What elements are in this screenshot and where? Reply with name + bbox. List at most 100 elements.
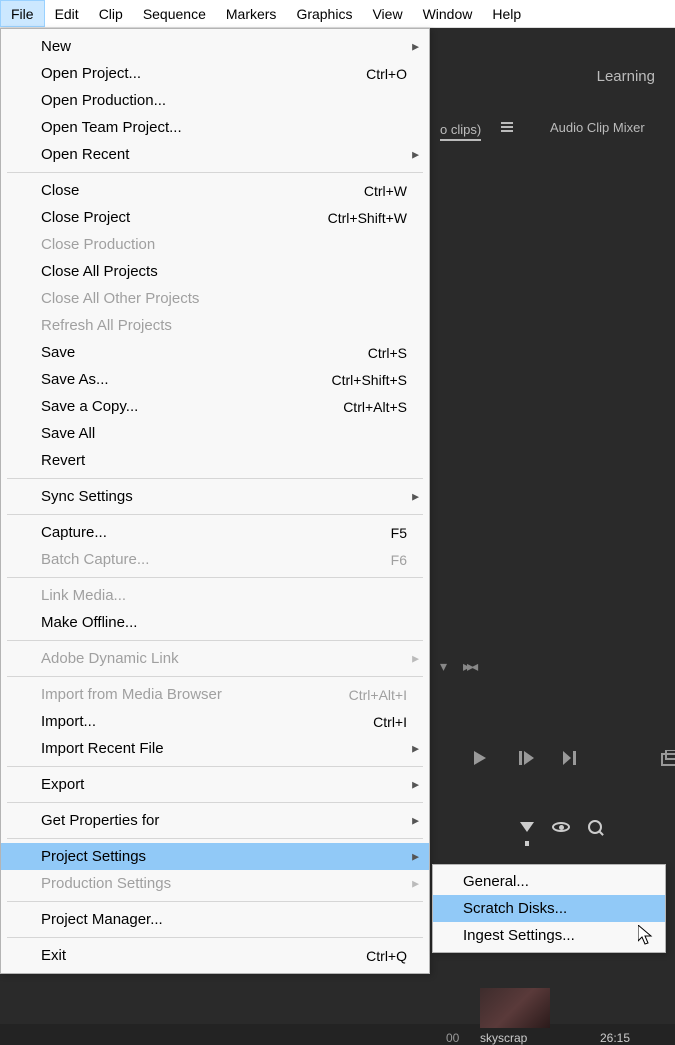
menu-item-save-as[interactable]: Save As...Ctrl+Shift+S: [1, 366, 429, 393]
menu-item-label: Revert: [41, 452, 85, 469]
menu-item-label: Import from Media Browser: [41, 686, 222, 703]
menubar-item-sequence[interactable]: Sequence: [133, 0, 216, 27]
add-marker-icon[interactable]: ▸▸◂: [463, 658, 475, 675]
menu-item-open-project[interactable]: Open Project...Ctrl+O: [1, 60, 429, 87]
menu-item-project-settings[interactable]: Project Settings▶: [1, 843, 429, 870]
menu-item-production-settings: Production Settings ▶: [1, 870, 429, 897]
menu-shortcut: Ctrl+Alt+S: [343, 399, 407, 415]
submenu-item-general[interactable]: General...: [433, 868, 665, 895]
submenu-arrow-icon: ▶: [412, 491, 419, 502]
menu-shortcut: Ctrl+Shift+S: [332, 372, 407, 388]
menu-shortcut: Ctrl+W: [364, 183, 407, 199]
menu-item-import[interactable]: Import... Ctrl+I: [1, 708, 429, 735]
submenu-item-scratch-disks[interactable]: Scratch Disks...: [433, 895, 665, 922]
menu-item-close-all-projects[interactable]: Close All Projects: [1, 258, 429, 285]
menu-item-label: Close Production: [41, 236, 155, 253]
menu-shortcut: Ctrl+Q: [366, 948, 407, 964]
menu-item-new[interactable]: New▶: [1, 33, 429, 60]
next-edit-button[interactable]: [562, 748, 582, 768]
timeline-markers-area: ▾ ▸▸◂: [440, 658, 475, 675]
filter-icon[interactable]: [520, 822, 534, 832]
menubar-item-markers[interactable]: Markers: [216, 0, 287, 27]
menubar-item-file[interactable]: File: [0, 0, 45, 27]
panel-tab-clips[interactable]: o clips): [440, 120, 513, 141]
menu-item-label: Production Settings: [41, 875, 171, 892]
submenu-arrow-icon: ▶: [412, 41, 419, 52]
menu-item-open-production[interactable]: Open Production...: [1, 87, 429, 114]
menu-separator: [7, 172, 423, 173]
clip-thumbnail[interactable]: [480, 988, 550, 1028]
clip-duration: 26:15: [600, 1031, 630, 1045]
export-frame-button[interactable]: [660, 748, 675, 768]
menu-shortcut: Ctrl+S: [368, 345, 407, 361]
menubar-item-graphics[interactable]: Graphics: [286, 0, 362, 27]
timecode-fragment: 00: [446, 1031, 459, 1045]
menu-item-revert[interactable]: Revert: [1, 447, 429, 474]
menu-item-label: Capture...: [41, 524, 107, 541]
menu-item-export[interactable]: Export▶: [1, 771, 429, 798]
menu-item-import-from-media-browser: Import from Media Browser Ctrl+Alt+I: [1, 681, 429, 708]
menubar-item-view[interactable]: View: [362, 0, 412, 27]
menu-item-save-all[interactable]: Save All: [1, 420, 429, 447]
menubar-item-edit[interactable]: Edit: [45, 0, 89, 27]
menubar-item-window[interactable]: Window: [413, 0, 483, 27]
visibility-icon[interactable]: [552, 822, 570, 832]
menu-item-close-production: Close Production: [1, 231, 429, 258]
menu-item-sync-settings[interactable]: Sync Settings ▶: [1, 483, 429, 510]
menu-item-label: Save: [41, 344, 75, 361]
menu-shortcut: F5: [391, 525, 407, 541]
menu-separator: [7, 937, 423, 938]
menu-shortcut: Ctrl+Alt+I: [349, 687, 407, 703]
menu-separator: [7, 640, 423, 641]
panel-tab-audio-clip-mixer[interactable]: Audio Clip Mixer: [550, 120, 645, 135]
menu-item-label: Close All Projects: [41, 263, 158, 280]
menu-item-label: Link Media...: [41, 587, 126, 604]
menu-item-import-recent-file[interactable]: Import Recent File▶: [1, 735, 429, 762]
panel-menu-icon[interactable]: [501, 120, 513, 134]
menu-item-project-manager[interactable]: Project Manager...: [1, 906, 429, 933]
play-button[interactable]: [470, 748, 490, 768]
menu-separator: [7, 766, 423, 767]
menu-item-label: Import...: [41, 713, 96, 730]
menu-item-close-project[interactable]: Close ProjectCtrl+Shift+W: [1, 204, 429, 231]
project-panel-toolbar: [520, 820, 602, 834]
menubar-item-clip[interactable]: Clip: [89, 0, 133, 27]
menu-item-link-media: Link Media...: [1, 582, 429, 609]
menu-item-label: Sync Settings: [41, 488, 133, 505]
menu-item-label: Project Settings: [41, 848, 146, 865]
menu-item-close[interactable]: CloseCtrl+W: [1, 177, 429, 204]
menu-item-label: Save All: [41, 425, 95, 442]
menu-item-label: Batch Capture...: [41, 551, 149, 568]
menu-separator: [7, 676, 423, 677]
submenu-arrow-icon: ▶: [412, 743, 419, 754]
menu-item-save[interactable]: Save Ctrl+S: [1, 339, 429, 366]
menu-item-refresh-all-projects: Refresh All Projects: [1, 312, 429, 339]
menubar-item-help[interactable]: Help: [482, 0, 531, 27]
menu-separator: [7, 901, 423, 902]
project-settings-submenu: General...Scratch Disks...Ingest Setting…: [432, 864, 666, 953]
menu-item-make-offline[interactable]: Make Offline...: [1, 609, 429, 636]
menu-item-exit[interactable]: ExitCtrl+Q: [1, 942, 429, 969]
menu-shortcut: Ctrl+Shift+W: [328, 210, 407, 226]
submenu-arrow-icon: ▶: [412, 815, 419, 826]
submenu-arrow-icon: ▶: [412, 878, 419, 889]
menu-item-label: Open Production...: [41, 92, 166, 109]
menu-item-save-a-copy[interactable]: Save a Copy... Ctrl+Alt+S: [1, 393, 429, 420]
menu-item-label: Save a Copy...: [41, 398, 138, 415]
step-forward-button[interactable]: [516, 748, 536, 768]
submenu-item-ingest-settings[interactable]: Ingest Settings...: [433, 922, 665, 949]
menu-item-label: Project Manager...: [41, 911, 163, 928]
menu-shortcut: Ctrl+I: [373, 714, 407, 730]
menu-item-label: Adobe Dynamic Link: [41, 650, 179, 667]
search-icon[interactable]: [588, 820, 602, 834]
playhead-marker-icon: ▾: [440, 658, 447, 675]
menu-item-get-properties-for[interactable]: Get Properties for▶: [1, 807, 429, 834]
menu-item-open-team-project[interactable]: Open Team Project...: [1, 114, 429, 141]
menu-item-capture[interactable]: Capture... F5: [1, 519, 429, 546]
menu-item-label: Open Recent: [41, 146, 129, 163]
menu-item-open-recent[interactable]: Open Recent▶: [1, 141, 429, 168]
workspace-tab-learning[interactable]: Learning: [597, 68, 655, 85]
menu-item-label: Make Offline...: [41, 614, 137, 631]
menu-separator: [7, 577, 423, 578]
file-menu: New▶Open Project...Ctrl+O Open Production…: [0, 28, 430, 974]
